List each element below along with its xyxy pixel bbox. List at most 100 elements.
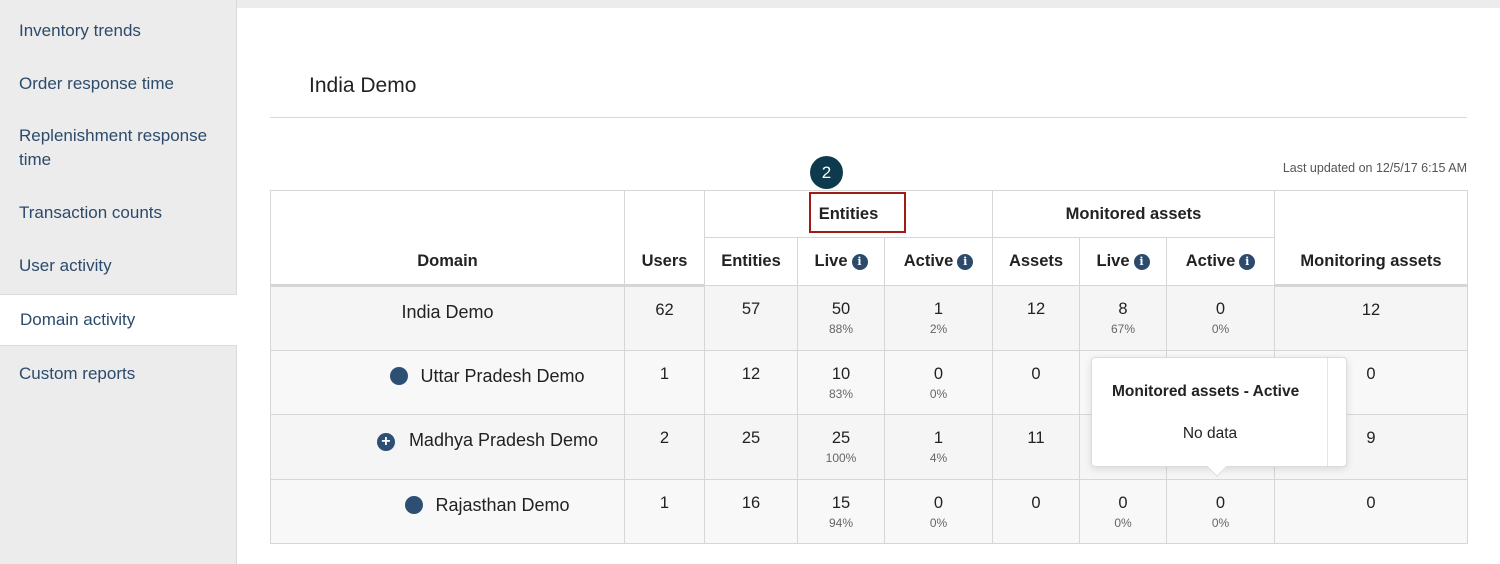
entities-cell: 57 — [704, 285, 798, 351]
assets-live-percent: 67% — [1110, 322, 1136, 336]
sidebar-item-inventory-trends[interactable]: Inventory trends — [0, 19, 237, 43]
tooltip-title: Monitored assets - Active — [1112, 383, 1300, 400]
sidebar-item-transaction-counts[interactable]: Transaction counts — [0, 201, 237, 225]
bullet-icon — [405, 495, 424, 514]
sidebar-item-replenishment-response-time[interactable]: Replenishment response time — [0, 124, 220, 172]
domain-name[interactable]: Madhya Pradesh Demo — [409, 430, 598, 450]
active-value: 0 — [933, 364, 944, 383]
assets-cell: 0 — [992, 349, 1080, 415]
column-header-assets-active-label: Active — [1185, 252, 1236, 270]
table-row: Rajasthan Demo 1 16 15 94% 0 0% 0 0 0% 0 0% … — [270, 478, 1469, 544]
users-cell: 2 — [624, 414, 705, 480]
bullet-icon — [390, 366, 409, 385]
assets-cell: 12 — [992, 285, 1080, 351]
page-title: India Demo — [309, 74, 417, 97]
monitoring-cell: 12 — [1274, 285, 1469, 351]
entities-cell: 12 — [704, 349, 798, 415]
sidebar-item-custom-reports[interactable]: Custom reports — [0, 362, 237, 386]
info-icon[interactable]: i — [851, 254, 868, 270]
title-divider — [270, 117, 1467, 118]
live-percent: 100% — [825, 451, 857, 465]
info-icon[interactable]: i — [1133, 254, 1150, 270]
users-cell: 1 — [624, 478, 705, 544]
domain-cell[interactable]: India Demo — [270, 285, 625, 351]
column-header-domain[interactable]: Domain — [270, 190, 625, 287]
live-percent: 83% — [828, 386, 854, 401]
entities-cell: 16 — [704, 478, 798, 544]
monitoring-cell: 0 — [1274, 478, 1469, 544]
entities-value: 25 — [741, 429, 761, 447]
entities-value: 16 — [741, 493, 761, 512]
column-header-active-label: Active — [903, 252, 954, 270]
info-icon[interactable]: i — [957, 254, 974, 270]
info-icon[interactable]: i — [1239, 254, 1256, 270]
tooltip-body: No data — [1182, 425, 1238, 442]
assets-active-cell: 0 0% — [1165, 478, 1276, 544]
active-value: 1 — [933, 429, 944, 447]
users-cell: 1 — [624, 349, 705, 415]
column-header-assets-label: Assets — [1008, 252, 1064, 270]
assets-value: 0 — [1031, 493, 1041, 512]
active-value: 1 — [933, 300, 944, 318]
domain-name[interactable]: Rajasthan Demo — [435, 495, 569, 515]
assets-value: 12 — [1026, 300, 1046, 318]
column-header-live[interactable]: Live i — [797, 237, 885, 286]
entities-value: 12 — [741, 364, 761, 383]
expand-plus-icon[interactable]: + — [376, 433, 395, 451]
entities-cell: 25 — [704, 414, 798, 480]
main-panel: India Demo 2 Last updated on 12/5/17 6:1… — [237, 8, 1500, 564]
monitoring-value: 12 — [1361, 301, 1381, 319]
assets-active-percent: 0% — [1211, 322, 1230, 336]
domain-name[interactable]: India Demo — [401, 302, 493, 322]
column-header-active[interactable]: Active i — [884, 237, 993, 286]
active-percent: 4% — [929, 451, 948, 465]
live-cell: 25 100% — [797, 414, 885, 480]
assets-active-percent: 0% — [1211, 515, 1230, 530]
assets-live-value: 0 — [1118, 493, 1128, 512]
sidebar-item-domain-activity[interactable]: Domain activity — [0, 294, 238, 346]
tooltip: Monitored assets - Active No data — [1091, 357, 1347, 477]
domain-cell[interactable]: + Madhya Pradesh Demo — [270, 414, 625, 480]
sidebar-item-order-response-time[interactable]: Order response time — [0, 72, 237, 96]
column-header-entities[interactable]: Entities — [704, 237, 798, 286]
assets-live-cell: 0 0% — [1079, 478, 1167, 544]
tooltip-scrollbar[interactable] — [1327, 358, 1346, 466]
column-header-users[interactable]: Users — [624, 190, 705, 287]
live-value: 50 — [831, 300, 851, 318]
table-row: India Demo 62 57 50 88% 1 2% 12 8 67% 0 0% 1… — [270, 285, 1469, 351]
active-percent: 2% — [929, 322, 948, 336]
domain-cell[interactable]: Uttar Pradesh Demo — [270, 349, 625, 415]
last-updated-text: Last updated on 12/5/17 6:15 AM — [1282, 161, 1467, 175]
sidebar: Inventory trends Order response time Rep… — [0, 0, 238, 564]
users-value: 1 — [659, 493, 670, 512]
active-value: 0 — [933, 493, 944, 512]
active-cell: 0 0% — [884, 349, 993, 415]
group-header-monitored-assets: Monitored assets — [991, 190, 1276, 238]
domain-name[interactable]: Uttar Pradesh Demo — [420, 366, 584, 386]
live-value: 15 — [831, 493, 851, 512]
live-percent: 94% — [828, 515, 854, 530]
assets-live-percent: 0% — [1114, 515, 1132, 530]
users-cell: 62 — [624, 285, 705, 351]
active-cell: 1 4% — [884, 414, 993, 480]
column-header-assets[interactable]: Assets — [992, 237, 1080, 286]
column-header-assets-live[interactable]: Live i — [1079, 237, 1167, 286]
assets-value: 11 — [1027, 429, 1045, 447]
active-percent: 0% — [929, 515, 948, 530]
users-value: 1 — [659, 364, 670, 383]
entities-value: 57 — [741, 300, 761, 318]
assets-active-value: 0 — [1215, 493, 1226, 512]
assets-value: 0 — [1031, 364, 1041, 383]
assets-live-value: 8 — [1118, 300, 1128, 318]
assets-live-cell: 8 67% — [1079, 285, 1167, 351]
sidebar-item-user-activity[interactable]: User activity — [0, 254, 237, 278]
assets-cell: 0 — [992, 478, 1080, 544]
live-cell: 10 83% — [797, 349, 885, 415]
column-header-monitoring-assets[interactable]: Monitoring assets — [1274, 190, 1469, 287]
live-value: 25 — [831, 429, 851, 447]
column-header-entities-label: Entities — [721, 252, 781, 270]
column-header-assets-active[interactable]: Active i — [1165, 237, 1276, 286]
active-percent: 0% — [929, 386, 948, 401]
live-value: 10 — [831, 364, 851, 383]
domain-cell[interactable]: Rajasthan Demo — [270, 478, 625, 544]
